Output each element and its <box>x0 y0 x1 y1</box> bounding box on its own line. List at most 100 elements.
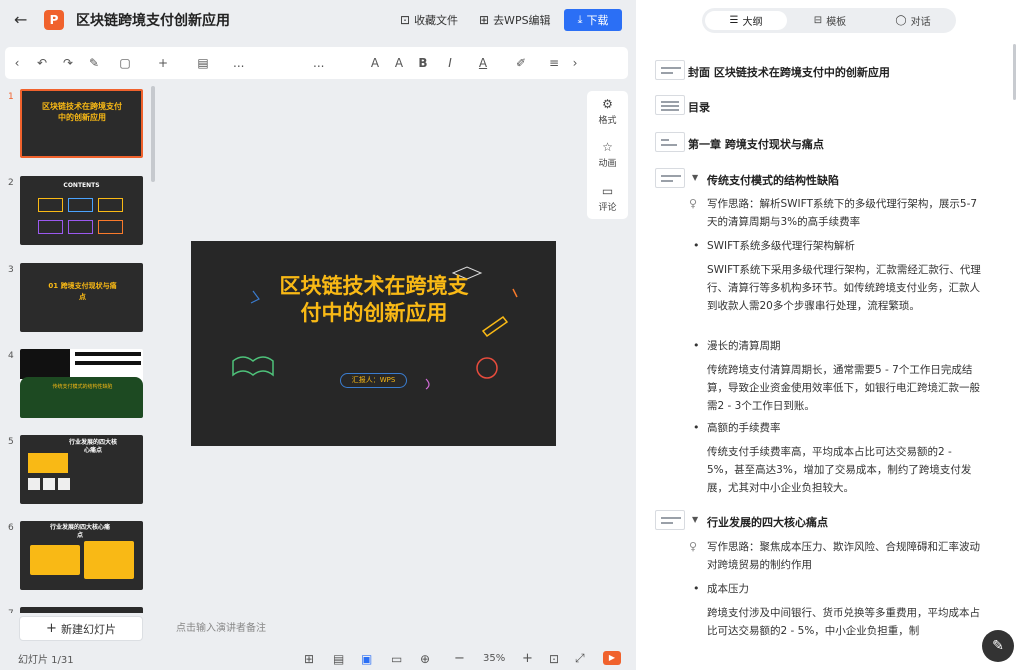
plus-icon: + <box>46 621 57 636</box>
list-icon: ☰ <box>729 15 739 26</box>
thumbnail-slide-6[interactable]: 行业发展的四大核心痛点 <box>20 521 143 590</box>
bold-icon[interactable]: B <box>411 56 435 70</box>
outline-bullet-1-title: SWIFT系统多级代理行架构解析 <box>707 240 855 252</box>
decrease-font-icon[interactable]: A <box>387 56 411 70</box>
thumbnail-slide-4[interactable]: 传统支付模式的结构性缺陷 <box>20 349 143 418</box>
tab-template-label: 模板 <box>826 17 847 28</box>
tab-chat[interactable]: ◯ 对话 <box>872 11 954 30</box>
font-size-select[interactable]: ... <box>313 56 363 70</box>
collect-file-button[interactable]: ⊡ 收藏文件 <box>400 12 458 28</box>
slide-thumb-icon <box>655 95 685 115</box>
panel-tabs: ☰ 大纲 ⊟ 模板 ◯ 对话 <box>702 8 956 33</box>
thumb-title: 行业发展的四大核心痛点 <box>68 439 117 454</box>
animation-tool-label: 动画 <box>598 159 617 169</box>
thumb-number: 3 <box>8 265 14 275</box>
thumb-block <box>28 478 40 490</box>
thumb-block <box>30 545 80 575</box>
new-slide-label: 新建幻灯片 <box>60 622 116 636</box>
arrow-left-icon[interactable]: ← <box>14 12 30 28</box>
undo-icon[interactable]: ↶ <box>29 56 55 70</box>
fit-icon[interactable]: ⊡ <box>549 652 559 666</box>
thumb-title: 行业发展的四大核心痛点 <box>50 524 111 539</box>
toolbar-scroll-left-icon[interactable]: ‹ <box>5 56 29 70</box>
thumb-block <box>28 453 68 473</box>
status-bar: 幻灯片 1/31 ⊞ ▤ ▣ ▭ ⊕ − 35% + ⊡ ⤢ ▶ <box>0 647 636 670</box>
font-family-select[interactable]: ... <box>223 56 313 70</box>
writing-idea-2: 写作思路：聚焦成本压力、欺诈风险、合规障碍和汇率波动对跨境贸易的制约作用 <box>707 541 980 571</box>
outline-scrollbar[interactable] <box>1013 44 1016 100</box>
thumb-title: 01 跨境支付现状与痛点 <box>48 282 117 301</box>
toolbar-scroll-right-icon[interactable]: › <box>567 56 583 70</box>
font-color-icon[interactable]: A <box>465 56 501 70</box>
thumbnail-slide-5[interactable]: 行业发展的四大核心痛点 <box>20 435 143 504</box>
outline-view-icon[interactable]: ▤ <box>333 652 344 666</box>
zoom-in-icon[interactable]: + <box>522 651 533 666</box>
globe-icon[interactable]: ⊕ <box>420 652 430 666</box>
slide-template-icon[interactable]: ▤ <box>183 56 223 70</box>
tab-outline-label: 大纲 <box>742 17 763 28</box>
thumb-block <box>38 198 63 212</box>
thumb-block <box>43 478 55 490</box>
animation-tool[interactable]: ☆ 动画 <box>587 140 628 169</box>
current-slide[interactable]: 区块链技术在跨境支付中的创新应用 汇报人：WPS <box>191 241 556 446</box>
comment-icon: ▭ <box>601 184 614 198</box>
chat-icon: ◯ <box>895 15 907 26</box>
thumb-block <box>58 478 70 490</box>
normal-view-icon[interactable]: ▣ <box>361 652 372 666</box>
gear-icon: ⚙ <box>602 97 613 111</box>
outline-cover-title: 封面 区块链技术在跨境支付中的创新应用 <box>688 66 890 79</box>
insert-icon[interactable]: + <box>143 56 183 70</box>
slide-layout-icon[interactable]: ▢ <box>107 56 143 70</box>
align-icon[interactable]: ≡ <box>541 56 567 70</box>
increase-font-icon[interactable]: A <box>363 56 387 70</box>
outline-bullet-4-text: 跨境支付涉及中间银行、货币兑换等多重费用，平均成本占比可达交易额的2 - 5%，… <box>707 607 980 637</box>
grid-view-icon[interactable]: ⊞ <box>304 652 314 666</box>
thumbnail-slide-7[interactable] <box>20 607 143 613</box>
italic-icon[interactable]: I <box>435 56 465 70</box>
thumbnail-slide-2[interactable]: CONTENTS <box>20 176 143 245</box>
outline-bullet-2-title: 漫长的清算周期 <box>707 340 781 352</box>
collapse-triangle-icon[interactable]: ▼ <box>692 173 698 182</box>
thumb-number: 5 <box>8 437 14 447</box>
comment-tool-label: 评论 <box>598 203 617 213</box>
tab-template[interactable]: ⊟ 模板 <box>789 11 871 30</box>
slide-thumb-icon <box>655 168 685 188</box>
thumbnail-slide-1[interactable]: 区块链技术在跨境支付中的创新应用 <box>20 89 143 158</box>
star-icon: ☆ <box>602 140 613 154</box>
bookmark-icon: ⊡ <box>400 13 411 27</box>
slide-thumbnails: 1 区块链技术在跨境支付中的创新应用 2 CONTENTS 3 01 跨境支付现… <box>0 85 158 613</box>
collect-file-label: 收藏文件 <box>414 14 459 27</box>
redo-icon[interactable]: ↷ <box>55 56 81 70</box>
download-button[interactable]: ⤓ 下载 <box>564 9 622 31</box>
thumb-block <box>20 349 70 379</box>
new-slide-button[interactable]: + 新建幻灯片 <box>19 616 143 641</box>
thumbnail-scrollbar[interactable] <box>151 86 155 182</box>
outline-bullet-1: • <box>693 239 700 252</box>
open-in-wps-button[interactable]: ⊞ 去WPS编辑 <box>479 12 551 28</box>
tab-outline[interactable]: ☰ 大纲 <box>705 11 787 30</box>
lightbulb-icon: ♀ <box>689 197 698 210</box>
zoom-out-icon[interactable]: − <box>454 651 465 666</box>
ai-assistant-button[interactable]: ✎ <box>982 630 1014 662</box>
highlight-icon[interactable]: ✐ <box>501 56 541 70</box>
outline-bullet-4-title: 成本压力 <box>707 583 749 595</box>
thumb-block <box>75 352 141 356</box>
speaker-notes-input[interactable]: 点击输入演讲者备注 <box>176 619 266 634</box>
template-icon: ⊟ <box>813 15 823 26</box>
format-painter-icon[interactable]: ✎ <box>81 56 107 70</box>
comment-tool[interactable]: ▭ 评论 <box>587 184 628 213</box>
play-icon[interactable]: ▶ <box>603 651 621 665</box>
format-tool[interactable]: ⚙ 格式 <box>587 97 628 126</box>
thumb-block <box>84 541 134 579</box>
outline-bullet-3-title: 高额的手续费率 <box>707 422 781 434</box>
collapse-triangle-icon[interactable]: ▼ <box>692 515 698 524</box>
document-title: 区块链跨境支付创新应用 <box>76 13 230 29</box>
tab-chat-label: 对话 <box>910 17 931 28</box>
fullscreen-icon[interactable]: ⤢ <box>575 651 585 666</box>
notes-view-icon[interactable]: ▭ <box>391 652 402 666</box>
zoom-level[interactable]: 35% <box>483 653 505 664</box>
presenter-badge: 汇报人：WPS <box>340 373 407 388</box>
open-in-wps-label: 去WPS编辑 <box>493 14 551 27</box>
thumbnail-slide-3[interactable]: 01 跨境支付现状与痛点 <box>20 263 143 332</box>
slide-thumb-icon <box>655 510 685 530</box>
